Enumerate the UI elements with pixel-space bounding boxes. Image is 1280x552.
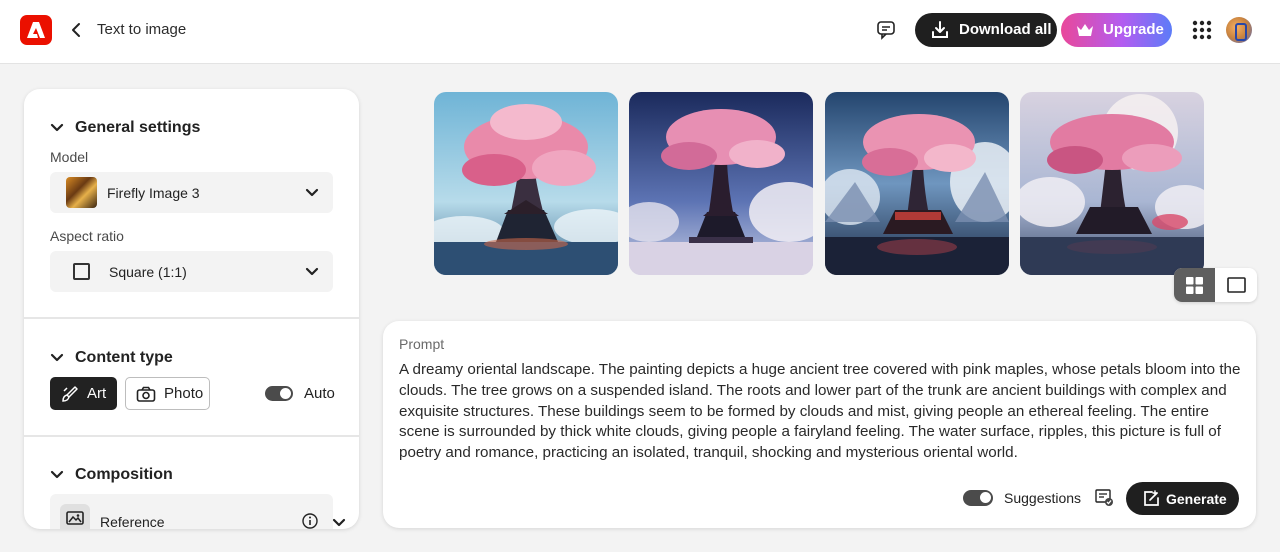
prompt-label: Prompt	[399, 336, 445, 352]
auto-label: Auto	[304, 385, 335, 402]
download-icon	[932, 21, 948, 38]
page-title[interactable]: Text to image	[97, 21, 186, 38]
chevron-down-icon	[50, 353, 64, 362]
general-settings-title: General settings	[75, 119, 201, 136]
download-all-label: Download all	[959, 21, 1052, 38]
suggestions-label: Suggestions	[1004, 490, 1082, 506]
upgrade-button[interactable]: Upgrade	[1061, 13, 1172, 47]
view-mode-toggle	[1174, 268, 1257, 302]
avatar[interactable]	[1226, 17, 1252, 43]
suggestions-toggle[interactable]	[963, 490, 993, 506]
generated-image-1[interactable]	[434, 92, 618, 275]
composition-title: Composition	[75, 466, 173, 483]
info-icon[interactable]	[302, 513, 318, 529]
prompt-settings-icon[interactable]	[1095, 489, 1114, 507]
generated-image-4[interactable]	[1020, 92, 1204, 275]
chevron-down-icon	[50, 123, 64, 132]
grid-view-button[interactable]	[1174, 268, 1215, 302]
chevron-down-icon[interactable]	[332, 516, 346, 529]
grid-view-icon	[1186, 277, 1203, 294]
aspect-ratio-dropdown[interactable]: Square (1:1)	[50, 251, 333, 292]
generated-image-3[interactable]	[825, 92, 1009, 275]
square-ratio-icon	[73, 263, 90, 280]
photo-label: Photo	[164, 385, 204, 402]
model-label: Model	[50, 149, 89, 165]
photo-button[interactable]: Photo	[125, 377, 210, 410]
art-label: Art	[87, 385, 107, 402]
reference-row[interactable]: Reference	[50, 494, 346, 529]
settings-panel: General settings Model Firefly Image 3 A…	[24, 89, 359, 529]
aspect-ratio-value: Square (1:1)	[109, 264, 187, 280]
single-view-icon	[1227, 277, 1246, 293]
aspect-ratio-label: Aspect ratio	[50, 228, 124, 244]
camera-icon	[136, 386, 156, 402]
download-all-button[interactable]: Download all	[915, 13, 1057, 47]
prompt-input[interactable]: A dreamy oriental landscape. The paintin…	[399, 360, 1244, 464]
prompt-box: Prompt A dreamy oriental landscape. The …	[383, 321, 1256, 528]
crown-icon	[1077, 24, 1093, 36]
feedback-icon[interactable]	[876, 20, 896, 40]
art-button[interactable]: Art	[50, 377, 117, 410]
section-divider	[24, 435, 359, 437]
chevron-down-icon	[50, 470, 64, 479]
single-view-button[interactable]	[1216, 268, 1257, 302]
generated-image-2[interactable]	[629, 92, 813, 275]
auto-toggle[interactable]	[265, 386, 293, 401]
adobe-logo-icon[interactable]	[20, 15, 52, 45]
model-dropdown[interactable]: Firefly Image 3	[50, 172, 333, 213]
generate-label: Generate	[1166, 491, 1227, 507]
content-type-title: Content type	[75, 349, 173, 366]
generate-icon	[1144, 490, 1159, 506]
brush-icon	[62, 386, 78, 402]
model-value: Firefly Image 3	[107, 185, 200, 201]
model-thumbnail	[66, 177, 97, 208]
reference-image-icon	[60, 504, 90, 529]
back-arrow-icon[interactable]	[68, 20, 86, 40]
apps-grid-icon[interactable]	[1192, 20, 1212, 40]
chevron-down-icon	[305, 267, 319, 276]
chevron-down-icon	[305, 188, 319, 197]
top-bar: Text to image Download all Upgrade	[0, 0, 1280, 64]
upgrade-label: Upgrade	[1103, 21, 1164, 38]
reference-label: Reference	[100, 514, 165, 529]
generate-button[interactable]: Generate	[1126, 482, 1239, 515]
section-divider	[24, 317, 359, 319]
